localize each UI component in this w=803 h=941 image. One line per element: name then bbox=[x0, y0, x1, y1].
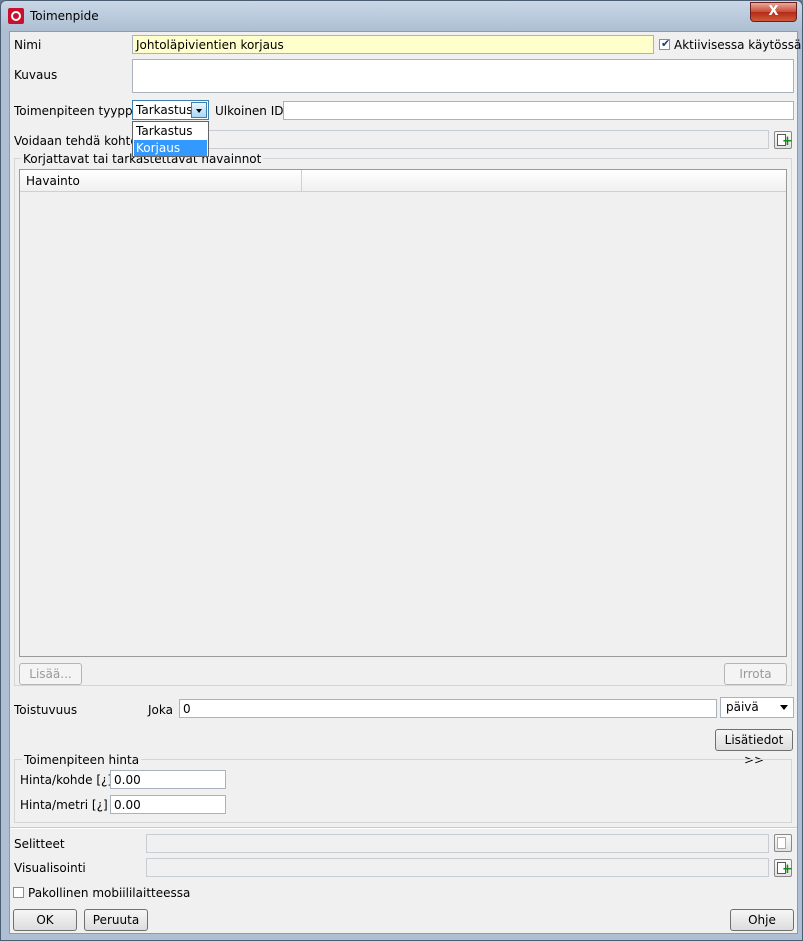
type-label: Toimenpiteen tyyppi bbox=[14, 104, 136, 118]
external-id-input[interactable] bbox=[283, 101, 794, 120]
dialog-window: Toimenpide X Nimi Johtoläpivientien korj… bbox=[0, 0, 803, 941]
column-header-empty[interactable] bbox=[302, 170, 786, 192]
name-input[interactable]: Johtoläpivientien korjaus bbox=[132, 35, 654, 54]
recurrence-input[interactable]: 0 bbox=[179, 699, 717, 718]
app-logo-icon bbox=[8, 8, 24, 24]
mandatory-mobile-checkbox[interactable] bbox=[13, 887, 24, 898]
active-checkbox[interactable]: ✔ bbox=[659, 37, 671, 50]
plus-icon: + bbox=[782, 862, 793, 877]
help-button[interactable]: Ohje bbox=[730, 909, 794, 931]
type-dropdown-list: Tarkastus Korjaus bbox=[132, 121, 209, 157]
recurrence-unit-select[interactable]: päivä bbox=[720, 697, 794, 718]
separator bbox=[10, 827, 797, 829]
close-button[interactable]: X bbox=[750, 2, 797, 22]
add-object-type-button[interactable]: + bbox=[774, 131, 793, 149]
price-per-meter-label: Hinta/metri [¿] bbox=[20, 798, 108, 812]
type-select[interactable]: Tarkastus bbox=[132, 100, 209, 120]
legends-label: Selitteet bbox=[14, 837, 65, 851]
cancel-button[interactable]: Peruuta bbox=[84, 909, 148, 931]
recurrence-label: Toistuvuus bbox=[14, 703, 78, 717]
checkmark-icon: ✔ bbox=[661, 37, 671, 50]
applicable-field bbox=[146, 130, 769, 149]
document-icon bbox=[777, 837, 786, 849]
mandatory-mobile-label: Pakollinen mobiililaitteessa bbox=[28, 886, 191, 900]
type-option-tarkastus[interactable]: Tarkastus bbox=[134, 123, 207, 139]
add-legend-button[interactable] bbox=[774, 834, 792, 852]
description-label: Kuvaus bbox=[14, 68, 58, 82]
more-details-button[interactable]: Lisätiedot >> bbox=[715, 729, 793, 767]
price-per-object-input[interactable]: 0.00 bbox=[110, 770, 226, 789]
type-selected-value: Tarkastus bbox=[136, 103, 193, 117]
price-per-meter-input[interactable]: 0.00 bbox=[110, 795, 226, 814]
detach-observation-button[interactable]: Irrota bbox=[724, 663, 787, 685]
ok-button[interactable]: OK bbox=[13, 909, 77, 931]
visualization-field bbox=[146, 858, 769, 877]
name-label: Nimi bbox=[14, 38, 42, 52]
title-bar[interactable]: Toimenpide X bbox=[1, 1, 802, 31]
type-option-korjaus[interactable]: Korjaus bbox=[134, 140, 207, 156]
price-per-object-label: Hinta/kohde [¿] bbox=[20, 773, 113, 787]
active-label: Aktiivisessa käytössä bbox=[674, 38, 802, 52]
external-id-label: Ulkoinen ID bbox=[215, 104, 284, 118]
visualization-label: Visualisointi bbox=[14, 861, 86, 875]
plus-icon: + bbox=[782, 134, 793, 149]
description-input[interactable] bbox=[132, 59, 794, 93]
column-header-observation[interactable]: Havainto bbox=[20, 170, 302, 192]
window-title: Toimenpide bbox=[30, 9, 99, 23]
dialog-body: Nimi Johtoläpivientien korjaus ✔ Aktiivi… bbox=[9, 31, 802, 934]
price-group-title: Toimenpiteen hinta bbox=[22, 753, 142, 767]
legends-field bbox=[146, 834, 769, 853]
add-observation-button[interactable]: Lisää... bbox=[19, 663, 82, 685]
add-visualization-button[interactable]: + bbox=[774, 859, 793, 877]
every-label: Joka bbox=[148, 703, 173, 717]
recurrence-unit-value: päivä bbox=[726, 700, 759, 714]
chevron-down-icon[interactable] bbox=[191, 102, 207, 118]
observations-table[interactable]: Havainto bbox=[19, 169, 787, 657]
